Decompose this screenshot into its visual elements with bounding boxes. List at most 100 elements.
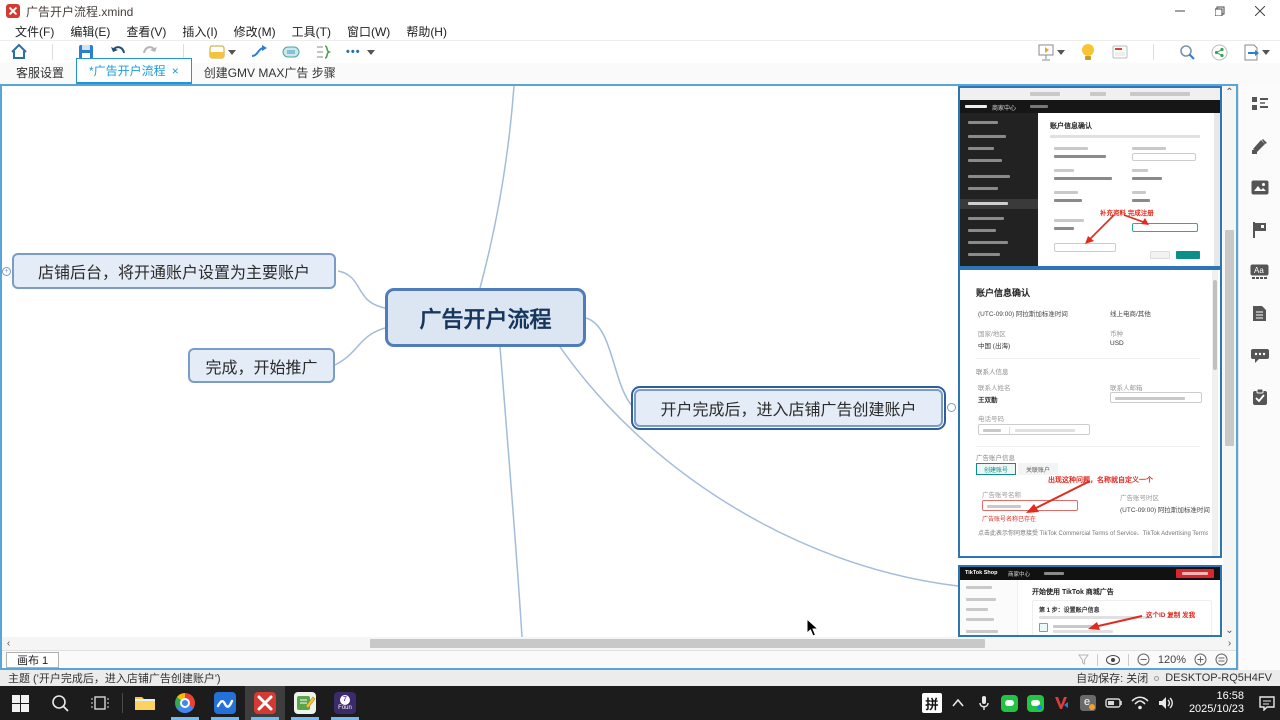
notes-panel-icon[interactable]	[1249, 303, 1270, 324]
clock-time: 16:58	[1189, 690, 1244, 703]
chrome-icon[interactable]	[165, 686, 205, 720]
task-view-icon[interactable]	[80, 686, 120, 720]
tray-chevron-up-icon[interactable]	[945, 699, 971, 707]
attached-screenshot-account-confirm-modal[interactable]: 商家中心 账户信息确认	[958, 86, 1222, 268]
tab-gmv-max-steps[interactable]: 创建GMV MAX广告 步骤	[192, 61, 348, 84]
boundary-icon[interactable]	[282, 43, 300, 61]
taskbar-search-icon[interactable]	[40, 686, 80, 720]
scroll-right-icon[interactable]: ›	[1223, 637, 1236, 650]
editor-app-icon[interactable]	[285, 686, 325, 720]
more-tools-button[interactable]: •••	[346, 46, 375, 58]
xmind-taskbar-icon[interactable]	[245, 686, 285, 720]
start-button[interactable]	[0, 686, 40, 720]
central-topic[interactable]: 广告开户流程	[385, 288, 586, 347]
wechat-icon[interactable]	[997, 695, 1023, 712]
topic-finish-promote[interactable]: 完成，开始推广	[188, 348, 335, 383]
format-brush-icon[interactable]	[1249, 135, 1270, 156]
home-icon[interactable]	[10, 43, 28, 61]
task-panel-icon[interactable]	[1249, 387, 1270, 408]
tab-close-icon[interactable]: ×	[172, 64, 179, 78]
tab-customer-service[interactable]: 客服设置	[4, 61, 76, 84]
zoom-out-icon[interactable]	[1137, 653, 1150, 666]
menu-bar: 文件(F) 编辑(E) 查看(V) 插入(I) 修改(M) 工具(T) 窗口(W…	[0, 22, 1280, 41]
chevron-down-icon	[367, 50, 375, 55]
menu-help[interactable]: 帮助(H)	[399, 21, 454, 42]
search-icon[interactable]	[1178, 43, 1196, 61]
canvas-pane: + 店铺后台，将开通账户设置为主要账户 广告开户流程 完成，开始推广 开户完成后…	[0, 84, 1238, 670]
topic-after-open-selected[interactable]: 开户完成后，进入店铺广告创建账户	[634, 389, 943, 427]
scroll-down-icon[interactable]: ⌄	[1223, 624, 1236, 637]
shot1-sidebar	[960, 113, 1038, 266]
menu-modify[interactable]: 修改(M)	[227, 21, 283, 42]
shot2-arrow	[960, 270, 1220, 556]
shot1-scrollbar	[1214, 113, 1220, 266]
presentation-button[interactable]	[1037, 43, 1065, 61]
eye-icon[interactable]	[1106, 655, 1120, 665]
browser-strip	[960, 88, 1220, 100]
tab-ad-account-flow[interactable]: *广告开户流程 ×	[76, 58, 192, 84]
minimize-icon[interactable]	[1160, 0, 1200, 22]
image-panel-icon[interactable]	[1249, 177, 1270, 198]
close-icon[interactable]	[1240, 0, 1280, 22]
action-center-icon[interactable]	[1254, 696, 1280, 711]
canvas-horizontal-scrollbar[interactable]: ‹ ›	[2, 637, 1236, 650]
wifi-icon[interactable]	[1127, 696, 1153, 710]
collapse-handle[interactable]: +	[2, 267, 11, 276]
shot1-confirm-button	[1176, 251, 1200, 259]
menu-file[interactable]: 文件(F)	[8, 21, 61, 42]
theme-button[interactable]	[208, 43, 236, 61]
attached-screenshot-account-confirm-form[interactable]: 账户信息确认 (UTC-09:00) 阿拉斯加标准时间 线上电商/其他 国家/地…	[958, 268, 1222, 558]
outline-panel-icon[interactable]	[1249, 93, 1270, 114]
status-bar: 主题 ('开户完成后，进入店铺广告创建账户') 自动保存: 关闭 DESKTOP…	[0, 670, 1280, 686]
blue-app-icon[interactable]	[205, 686, 245, 720]
filter-icon[interactable]	[1078, 654, 1089, 665]
ime-indicator[interactable]: 拼	[919, 693, 945, 713]
shot3-arrow	[960, 567, 1220, 637]
menu-view[interactable]: 查看(V)	[119, 21, 173, 42]
menu-edit[interactable]: 编辑(E)	[63, 21, 117, 42]
lightbulb-icon[interactable]	[1079, 43, 1097, 61]
more-icon: •••	[346, 46, 361, 58]
device-name: DESKTOP-RQ5H4FV	[1165, 672, 1272, 684]
microphone-icon[interactable]	[971, 695, 997, 711]
sync-dot-icon	[1154, 676, 1159, 681]
shot1-modal: 账户信息确认 补充资料 完成注册	[1042, 115, 1214, 263]
sticker-label-icon[interactable]: Aa	[1249, 261, 1270, 282]
foun-app-icon[interactable]: 7 Foun	[325, 686, 365, 720]
attached-screenshot-shop-ads-start[interactable]: TikTok Shop 商家中心 开始使用 TikTok 商城广告 第	[958, 565, 1222, 637]
e-tray-icon[interactable]: e	[1075, 695, 1101, 711]
relationship-icon[interactable]	[250, 43, 268, 61]
menu-window[interactable]: 窗口(W)	[340, 21, 397, 42]
maximize-icon[interactable]	[1200, 0, 1240, 22]
vertical-scroll-thumb[interactable]	[1225, 230, 1234, 446]
canvas-vertical-scrollbar[interactable]: ⌃ ⌄	[1223, 86, 1236, 637]
topic-handle[interactable]	[947, 403, 956, 412]
fit-map-icon[interactable]	[1215, 653, 1228, 666]
wecom-icon[interactable]	[1023, 695, 1049, 712]
volume-icon[interactable]	[1153, 696, 1179, 710]
menu-insert[interactable]: 插入(I)	[175, 21, 224, 42]
shot1-arrows	[1042, 115, 1214, 263]
notes-icon[interactable]	[1111, 43, 1129, 61]
topic-store-backend[interactable]: 店铺后台，将开通账户设置为主要账户	[12, 253, 336, 289]
comments-panel-icon[interactable]	[1249, 345, 1270, 366]
device-tray-icon[interactable]	[1101, 697, 1127, 709]
share-icon[interactable]	[1210, 43, 1228, 61]
svg-text:Aa: Aa	[1254, 266, 1264, 275]
horizontal-scroll-thumb[interactable]	[370, 639, 985, 648]
scroll-left-icon[interactable]: ‹	[2, 637, 15, 650]
shot1-nav-label: 商家中心	[992, 103, 1016, 112]
red-v-app-icon[interactable]	[1049, 696, 1075, 710]
mindmap-canvas[interactable]: + 店铺后台，将开通账户设置为主要账户 广告开户流程 完成，开始推广 开户完成后…	[2, 86, 1236, 637]
summary-icon[interactable]	[314, 43, 332, 61]
zoom-in-icon[interactable]	[1194, 653, 1207, 666]
marker-flag-icon[interactable]	[1249, 219, 1270, 240]
file-explorer-icon[interactable]	[125, 686, 165, 720]
presentation-icon	[1037, 43, 1055, 61]
menu-tools[interactable]: 工具(T)	[285, 21, 338, 42]
sheet-tab-canvas1[interactable]: 画布 1	[6, 652, 59, 668]
toolbar: •••	[0, 41, 1280, 63]
export-button[interactable]	[1242, 43, 1270, 61]
scroll-up-icon[interactable]: ⌃	[1223, 86, 1236, 99]
taskbar-clock[interactable]: 16:58 2025/10/23	[1179, 690, 1254, 716]
